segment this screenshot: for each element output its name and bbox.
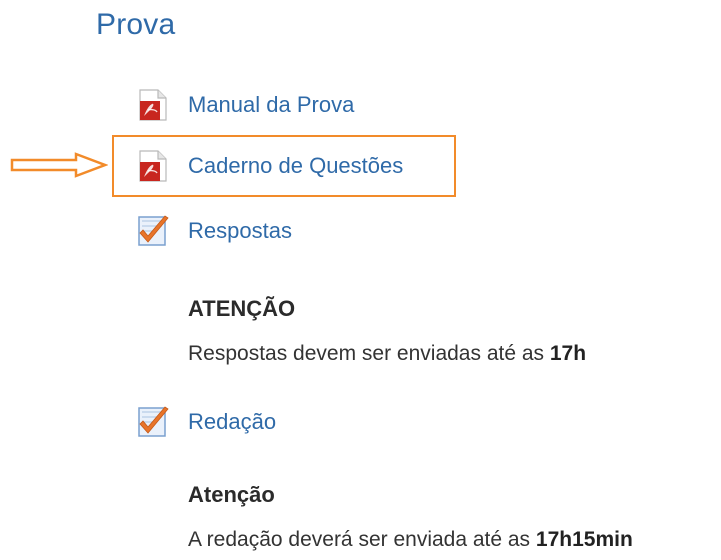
assignment-check-icon <box>136 405 170 439</box>
notice-text-main: A redação deverá ser enviada até as <box>188 528 536 551</box>
activity-link-manual-da-prova[interactable]: Manual da Prova <box>136 85 354 125</box>
notice-deadline: 17h <box>549 342 587 365</box>
assignment-check-icon <box>136 214 170 248</box>
pdf-icon <box>136 149 170 183</box>
notice-text: Respostas devem ser enviadas até as 17h <box>188 342 586 366</box>
notice-heading: Atenção <box>188 482 275 507</box>
activity-label: Redação <box>188 409 277 434</box>
activity-label: Caderno de Questões <box>188 153 404 178</box>
activity-link-respostas[interactable]: Respostas <box>136 211 292 251</box>
activity-label: Respostas <box>188 218 292 243</box>
pdf-icon <box>136 88 170 122</box>
activity-label: Manual da Prova <box>188 92 355 117</box>
activity-link-redacao[interactable]: Redação <box>136 402 276 442</box>
notice-deadline: 17h15min <box>535 528 633 551</box>
activity-link-caderno-de-questoes[interactable]: Caderno de Questões <box>136 146 403 186</box>
arrow-right-icon <box>10 152 108 178</box>
notice-heading: ATENÇÃO <box>188 296 296 321</box>
notice-text: A redação deverá ser enviada até as 17h1… <box>188 528 633 552</box>
section-title: Prova <box>96 8 176 41</box>
notice-text-main: Respostas devem ser enviadas até as <box>188 342 550 365</box>
